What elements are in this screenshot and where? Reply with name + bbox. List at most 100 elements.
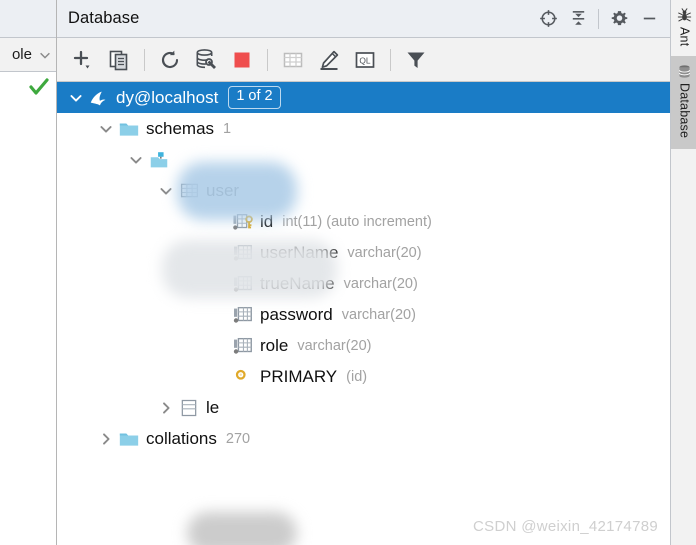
ql-console-icon: QL	[355, 51, 375, 68]
key-node-primary[interactable]: PRIMARY (id)	[57, 361, 670, 392]
tree-node-detail: varchar(20)	[347, 244, 422, 261]
connection-ok-indicator	[0, 72, 56, 101]
filter-button[interactable]	[398, 42, 434, 78]
tree-node-detail: varchar(20)	[341, 306, 416, 323]
database-tree[interactable]: dy@localhost 1 of 2 schemas 1 user id int(11) …	[57, 82, 670, 545]
column-node-username[interactable]: userName varchar(20)	[57, 237, 670, 268]
green-check-icon	[29, 77, 49, 95]
column-node-role[interactable]: role varchar(20)	[57, 330, 670, 361]
collations-folder-node[interactable]: collations 270	[57, 423, 670, 454]
schema-icon	[150, 151, 168, 167]
locate-in-tree-button[interactable]	[533, 4, 563, 34]
column-node-password[interactable]: password varchar(20)	[57, 299, 670, 330]
tree-expander[interactable]	[125, 144, 147, 175]
funnel-filter-icon	[407, 52, 425, 68]
server-objects-node[interactable]: le	[57, 392, 670, 423]
tree-expander-placeholder	[209, 237, 231, 268]
tool-window-database-label: Database	[677, 83, 692, 139]
left-panel-header	[0, 0, 56, 38]
schemas-folder-node[interactable]: schemas 1	[57, 113, 670, 144]
folder-icon	[119, 123, 139, 136]
database-wrench-icon	[196, 49, 216, 69]
gear-icon	[611, 11, 627, 26]
schema-node[interactable]	[57, 144, 670, 175]
tree-node-detail: 270	[225, 430, 251, 447]
duplicate-button[interactable]	[101, 42, 137, 78]
left-panel-combobox[interactable]: ole	[0, 38, 56, 72]
tree-node-detail: varchar(20)	[343, 275, 418, 292]
data-source-properties-button[interactable]	[188, 42, 224, 78]
primary-key-column-icon	[233, 213, 253, 230]
red-stop-square-icon	[234, 52, 250, 67]
tree-node-label: role	[260, 335, 289, 355]
database-cylinder-icon	[678, 65, 690, 79]
column-icon	[233, 306, 252, 323]
left-adjacent-panel: ole	[0, 0, 57, 545]
column-node-id[interactable]: id int(11) (auto increment)	[57, 206, 670, 237]
settings-button[interactable]	[604, 4, 634, 34]
title-separator	[598, 8, 599, 29]
chevron-right-icon	[103, 432, 110, 445]
schema-icon	[147, 144, 171, 175]
tree-node-label: userName	[260, 242, 339, 262]
minus-icon	[643, 17, 655, 20]
stop-button[interactable]	[224, 42, 260, 78]
panel-title-bar: Database	[57, 0, 670, 38]
server-objects-icon	[177, 392, 201, 423]
column-icon	[231, 237, 255, 268]
tree-node-detail: int(11) (auto increment)	[282, 213, 432, 230]
tree-node-detail: (id)	[346, 368, 368, 385]
tree-expander-placeholder	[209, 361, 231, 392]
tree-node-label: id	[260, 211, 274, 231]
panel-title: Database	[68, 9, 140, 27]
tree-expander-placeholder	[209, 268, 231, 299]
toolbar-separator-2	[267, 48, 268, 71]
tool-window-ant-label: Ant	[677, 27, 692, 47]
refresh-button[interactable]	[152, 42, 188, 78]
chevron-down-icon	[130, 156, 142, 164]
collapse-all-icon	[572, 11, 584, 25]
plus-with-dropdown-icon	[73, 50, 90, 68]
tree-expander[interactable]	[65, 82, 87, 113]
minimize-button[interactable]	[634, 4, 664, 34]
chevron-right-icon	[163, 401, 170, 414]
chevron-down-icon	[100, 125, 112, 133]
column-icon	[231, 330, 255, 361]
folder-icon	[117, 423, 141, 454]
left-panel-combobox-label: ole	[11, 46, 32, 63]
watermark-text: CSDN @weixin_42174789	[473, 518, 658, 535]
open-query-console-button[interactable]: QL	[347, 42, 383, 78]
connection-count-badge: 1 of 2	[228, 86, 281, 109]
key-icon	[235, 369, 246, 380]
tree-expander[interactable]	[95, 423, 117, 454]
tree-expander[interactable]	[95, 113, 117, 144]
chevron-down-icon	[70, 94, 82, 102]
mysql-dolphin-icon	[87, 82, 111, 113]
tree-node-label: password	[260, 304, 333, 324]
pencil-icon	[320, 50, 339, 70]
tree-expander[interactable]	[155, 175, 177, 206]
redaction-overlay-server-objects	[187, 512, 297, 545]
chevron-down-icon	[40, 52, 50, 59]
add-data-source-button[interactable]	[65, 42, 101, 78]
tree-expander[interactable]	[155, 392, 177, 423]
tree-node-detail: 1	[223, 120, 232, 137]
column-node-truename[interactable]: trueName varchar(20)	[57, 268, 670, 299]
key-icon	[231, 361, 255, 392]
data-source-node[interactable]: dy@localhost 1 of 2	[57, 82, 670, 113]
ant-bug-icon	[677, 8, 691, 22]
collapse-all-button[interactable]	[563, 4, 593, 34]
chevron-down-icon	[160, 187, 172, 195]
tree-node-label: collations	[146, 428, 217, 448]
tree-expander-placeholder	[209, 299, 231, 330]
database-panel: Database QL dy@localhost 1 of 2 schemas …	[57, 0, 670, 545]
primary-key-column-icon	[231, 206, 255, 237]
svg-text:QL: QL	[359, 55, 371, 65]
open-table-editor-button[interactable]	[275, 42, 311, 78]
server-objects-icon	[181, 399, 197, 416]
modify-object-button[interactable]	[311, 42, 347, 78]
tree-node-label: trueName	[260, 273, 335, 293]
tool-window-ant[interactable]: Ant	[671, 0, 696, 56]
tool-window-database[interactable]: Database	[671, 56, 696, 149]
table-node-user[interactable]: user	[57, 175, 670, 206]
